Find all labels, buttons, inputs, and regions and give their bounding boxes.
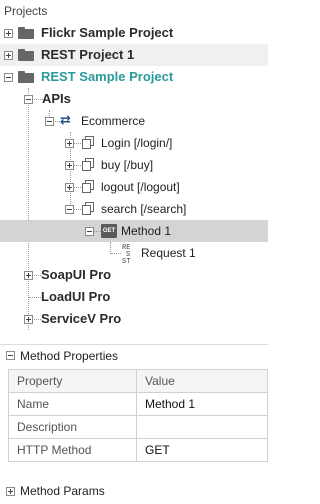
collapse-icon[interactable] — [45, 117, 54, 126]
expand-icon[interactable] — [65, 161, 74, 170]
tree-item-loadui-pro[interactable]: LoadUI Pro — [0, 286, 268, 308]
group-label: LoadUI Pro — [41, 289, 111, 304]
resource-icon — [82, 180, 94, 193]
tree-item-ecommerce[interactable]: ⇄ Ecommerce — [0, 110, 268, 132]
property-name-cell: Name — [8, 392, 137, 416]
expand-icon[interactable] — [24, 315, 33, 324]
column-header-property[interactable]: Property — [8, 369, 137, 393]
tree-item-resource-login[interactable]: Login [/login/] — [0, 132, 268, 154]
expand-icon[interactable] — [4, 29, 13, 38]
property-value-cell[interactable] — [136, 415, 268, 439]
tree-item-flickr-sample-project[interactable]: Flickr Sample Project — [0, 22, 268, 44]
method-properties-title: Method Properties — [20, 349, 119, 363]
property-name-cell: Description — [8, 415, 137, 439]
property-value-cell[interactable]: GET — [136, 438, 268, 462]
service-label: Ecommerce — [81, 114, 146, 128]
expand-icon[interactable] — [65, 183, 74, 192]
tree-item-rest-sample-project[interactable]: REST Sample Project — [0, 66, 268, 88]
table-row[interactable]: Name Method 1 — [8, 392, 268, 416]
method-label: Method 1 — [121, 224, 172, 238]
tree-item-rest-project-1[interactable]: REST Project 1 — [0, 44, 268, 66]
tree-item-servicev-pro[interactable]: ServiceV Pro — [0, 308, 268, 330]
tree-item-resource-logout[interactable]: logout [/logout] — [0, 176, 268, 198]
projects-panel-title: Projects — [4, 4, 48, 18]
rest-request-icon: RE S ST — [122, 245, 136, 266]
tree-connector — [29, 297, 41, 298]
group-label: ServiceV Pro — [41, 311, 122, 326]
tree-item-request-1[interactable]: RE S ST Request 1 — [0, 242, 268, 266]
project-label: REST Sample Project — [41, 69, 174, 84]
collapse-icon[interactable] — [6, 351, 15, 360]
folder-icon — [18, 27, 34, 39]
project-label: REST Project 1 — [41, 47, 135, 62]
tree-item-method-1[interactable]: GET Method 1 — [0, 220, 268, 242]
project-label: Flickr Sample Project — [41, 25, 174, 40]
resource-icon — [82, 158, 94, 171]
request-label: Request 1 — [141, 246, 196, 260]
collapse-icon[interactable] — [4, 73, 13, 82]
tree-item-apis[interactable]: APIs — [0, 88, 268, 110]
collapse-icon[interactable] — [65, 205, 74, 214]
method-params-header[interactable]: Method Params — [0, 480, 268, 502]
resource-label: buy [/buy] — [101, 158, 154, 172]
rest-service-icon: ⇄ — [60, 112, 71, 127]
resource-label: search [/search] — [101, 202, 187, 216]
expand-icon[interactable] — [6, 487, 15, 496]
group-label: SoapUI Pro — [41, 267, 112, 282]
collapse-icon[interactable] — [85, 227, 94, 236]
expand-icon[interactable] — [65, 139, 74, 148]
tree-item-resource-buy[interactable]: buy [/buy] — [0, 154, 268, 176]
tree-connector — [111, 253, 121, 254]
resource-label: logout [/logout] — [101, 180, 180, 194]
property-value-cell[interactable]: Method 1 — [136, 392, 268, 416]
project-tree: Flickr Sample Project REST Project 1 RES… — [0, 22, 268, 344]
apis-label: APIs — [42, 91, 71, 106]
expand-icon[interactable] — [24, 271, 33, 280]
resource-icon — [82, 136, 94, 149]
table-header-row: Property Value — [8, 369, 268, 393]
folder-icon — [18, 71, 34, 83]
method-params-title: Method Params — [20, 484, 105, 498]
table-row[interactable]: HTTP Method GET — [8, 438, 268, 462]
resource-icon — [82, 202, 94, 215]
collapse-icon[interactable] — [24, 95, 33, 104]
expand-icon[interactable] — [4, 51, 13, 60]
tree-item-resource-search[interactable]: search [/search] — [0, 198, 268, 220]
get-method-icon: GET — [101, 224, 117, 238]
method-properties-header[interactable]: Method Properties — [0, 344, 268, 366]
tree-item-soapui-pro[interactable]: SoapUI Pro — [0, 264, 268, 286]
folder-icon — [18, 49, 34, 61]
method-properties-table: Property Value Name Method 1 Description… — [8, 369, 268, 462]
resource-label: Login [/login/] — [101, 136, 173, 150]
table-row[interactable]: Description — [8, 415, 268, 439]
property-name-cell: HTTP Method — [8, 438, 137, 462]
column-header-value[interactable]: Value — [136, 369, 268, 393]
